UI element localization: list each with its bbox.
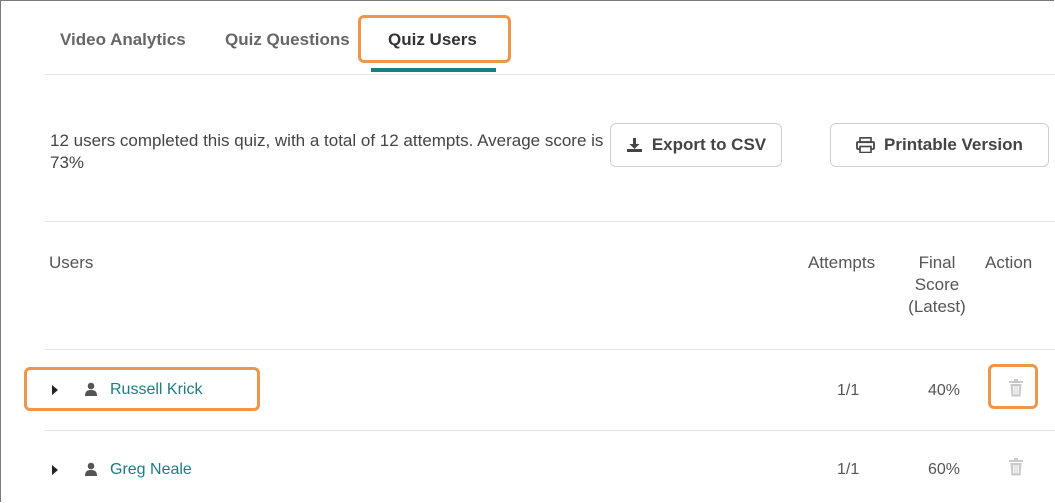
printable-version-label: Printable Version (884, 135, 1023, 154)
tab-bar: Video Analytics Quiz Questions Quiz User… (44, 0, 1055, 75)
section-divider (44, 221, 1055, 222)
export-csv-button[interactable]: Export to CSV (610, 123, 782, 167)
attempts-value: 1/1 (837, 461, 860, 478)
trash-icon[interactable] (1008, 458, 1024, 476)
final-score-value: 40% (928, 382, 961, 399)
printable-version-button[interactable]: Printable Version (830, 123, 1049, 167)
final-score-value: 60% (928, 461, 961, 478)
page-frame (0, 0, 1054, 502)
row-divider (44, 430, 1055, 431)
tab-video-analytics[interactable]: Video Analytics (60, 30, 186, 50)
user-icon (85, 462, 97, 476)
expand-caret-icon[interactable] (52, 465, 58, 475)
column-header-final-score: Final Score (Latest) (908, 253, 966, 316)
download-icon (626, 138, 642, 152)
attempts-value: 1/1 (837, 382, 860, 399)
column-header-attempts: Attempts (808, 253, 876, 272)
user-name-link[interactable]: Russell Krick (110, 381, 202, 399)
user-icon (85, 382, 97, 396)
column-header-users: Users (49, 253, 94, 272)
table-header-divider (44, 349, 1055, 350)
expand-caret-icon[interactable] (52, 385, 58, 395)
printer-icon (856, 137, 875, 153)
tab-quiz-questions[interactable]: Quiz Questions (225, 30, 350, 50)
trash-icon[interactable] (1008, 379, 1024, 397)
quiz-summary-text: 12 users completed this quiz, with a tot… (50, 131, 604, 172)
active-tab-indicator (371, 68, 496, 72)
export-csv-label: Export to CSV (651, 135, 767, 154)
tab-quiz-users[interactable]: Quiz Users (388, 30, 477, 50)
column-header-action: Action (985, 253, 1033, 272)
user-name-link[interactable]: Greg Neale (110, 461, 192, 479)
